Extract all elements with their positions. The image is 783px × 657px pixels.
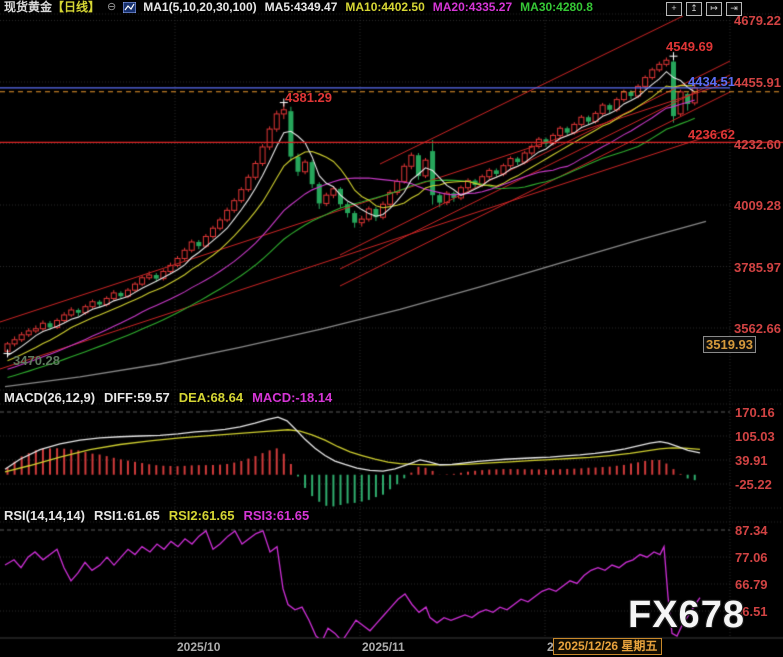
collapse-icon[interactable]: ⊖ — [107, 0, 116, 14]
macd-legend-item: DIFF:59.57 — [104, 390, 170, 405]
last-price-label: 4434.51 — [688, 74, 735, 89]
fx678-watermark: FX678 — [628, 594, 745, 637]
rsi-axis-tick: 66.79 — [735, 577, 768, 592]
rsi-legend-item: RSI2:61.65 — [169, 508, 235, 523]
ma-legend-item: MA1(5,10,20,30,100) — [143, 0, 256, 14]
rsi-legend-item: RSI(14,14,14) — [4, 508, 85, 523]
scale-up-icon[interactable]: ↥ — [686, 2, 702, 16]
ma-legend: MA1(5,10,20,30,100) MA5:4349.47 MA10:4402.… — [143, 0, 601, 14]
rsi-axis-tick: 77.06 — [735, 550, 768, 565]
oct-high-label: 4381.29 — [285, 90, 332, 105]
macd-legend: MACD(26,12,9) DIFF:59.57 DEA:68.64 MACD:-18… — [4, 390, 332, 405]
chart-window: 现货黄金【日线】 ⊖ MA1(5,10,20,30,100) MA5:4349.4… — [0, 0, 783, 657]
support-price-label: 4236.62 — [688, 127, 735, 142]
macd-axis-tick: 170.16 — [735, 405, 775, 420]
crosshair-date-box: 2025/12/26 星期五 — [553, 638, 662, 655]
chart-header: 现货黄金【日线】 ⊖ MA1(5,10,20,30,100) MA5:4349.4… — [4, 0, 601, 14]
price-axis-tick: 3785.97 — [734, 260, 781, 275]
ma-legend-item: MA20:4335.27 — [433, 0, 512, 14]
macd-axis-tick: 105.03 — [735, 429, 775, 444]
exit-icon[interactable]: ⇥ — [726, 2, 742, 16]
x-axis-tick: 2025/11 — [362, 640, 405, 654]
chart-icon — [123, 2, 136, 13]
rsi-legend-item: RSI1:61.65 — [94, 508, 160, 523]
price-axis-tick: 4009.28 — [734, 198, 781, 213]
rsi-legend-item: RSI3:61.65 — [243, 508, 309, 523]
rsi-legend: RSI(14,14,14) RSI1:61.65 RSI2:61.65 RSI3:61… — [4, 508, 309, 523]
period-selector[interactable]: 【日线】 — [52, 0, 100, 14]
crosshair-icon[interactable]: + — [666, 2, 682, 16]
price-axis-tick: 4455.91 — [734, 75, 781, 90]
ma-legend-item: MA5:4349.47 — [265, 0, 338, 14]
price-axis-tick: 4232.60 — [734, 137, 781, 152]
price-axis-tick: 3562.66 — [734, 321, 781, 336]
dec-high-label: 4549.69 — [666, 39, 713, 54]
macd-axis-tick: 39.91 — [735, 453, 768, 468]
x-axis-tick: 2025/10 — [177, 640, 220, 654]
toolbar: + ↥ ↦ ⇥ — [666, 2, 742, 16]
axis-price-box: 3519.93 — [703, 336, 756, 353]
price-chart-canvas[interactable] — [0, 0, 783, 657]
scale-right-icon[interactable]: ↦ — [706, 2, 722, 16]
macd-legend-item: MACD(26,12,9) — [4, 390, 95, 405]
macd-legend-item: MACD:-18.14 — [252, 390, 332, 405]
rsi-axis-tick: 87.34 — [735, 523, 768, 538]
instrument-title: 现货黄金 — [4, 0, 52, 14]
ma-legend-item: MA30:4280.8 — [520, 0, 593, 14]
macd-legend-item: DEA:68.64 — [179, 390, 243, 405]
macd-axis-tick: -25.22 — [735, 477, 772, 492]
ma-legend-item: MA10:4402.50 — [345, 0, 424, 14]
sep-low-label: 3470.28 — [13, 353, 60, 368]
